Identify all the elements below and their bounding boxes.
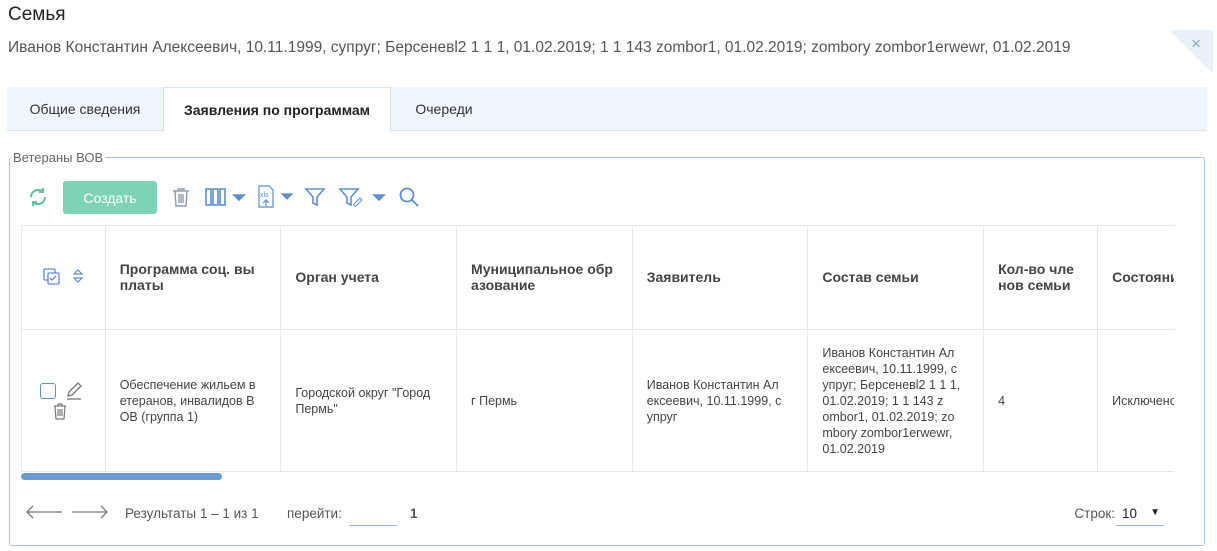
group-legend: Ветераны ВОВ: [13, 150, 104, 165]
pager: Результаты 1 – 1 из 1 перейти: 1 Строк: …: [24, 500, 1174, 526]
horizontal-scrollbar[interactable]: [21, 473, 222, 480]
tab-program-applications[interactable]: Заявления по программам: [163, 87, 391, 132]
select-all-icon[interactable]: [42, 267, 62, 288]
column-header-status[interactable]: Состояние: [1097, 226, 1174, 330]
rows-per-page-select[interactable]: 10 ▼: [1116, 502, 1164, 526]
cell-program: Обеспечение жильем в етеранов, инвалидов…: [105, 329, 282, 471]
results-summary: Результаты 1 – 1 из 1: [125, 506, 259, 521]
family-members-summary: Иванов Константин Алексеевич, 10.11.1999…: [8, 39, 1071, 56]
export-xls-icon[interactable]: xls: [256, 180, 298, 214]
edit-icon[interactable]: [64, 381, 84, 405]
current-page[interactable]: 1: [410, 506, 418, 521]
row-controls: [22, 329, 106, 471]
column-header-family[interactable]: Состав семьи: [807, 226, 985, 330]
column-header-member-count[interactable]: Кол-во чле нов семьи: [983, 226, 1099, 330]
cell-authority: Городской округ "Город Пермь": [280, 329, 458, 471]
delete-row-icon[interactable]: [53, 403, 67, 424]
table-header-row: Программа соц. вы платы Орган учета Муни…: [22, 226, 1174, 330]
cell-family: Иванов Константин Ал ексеевич, 10.11.199…: [807, 329, 985, 471]
search-icon[interactable]: [396, 180, 422, 214]
goto-label: перейти:: [287, 506, 342, 521]
columns-icon[interactable]: [203, 180, 251, 214]
column-header-municipality[interactable]: Муниципальное обр азование: [456, 226, 633, 330]
export-xls-label: xls: [260, 192, 269, 199]
tab-queues[interactable]: Очереди: [391, 87, 497, 131]
cell-member-count: 4: [983, 329, 1099, 471]
close-icon[interactable]: ×: [1191, 34, 1201, 54]
rows-per-page-label: Строк:: [1074, 506, 1115, 521]
cell-municipality: г Пермь: [456, 329, 633, 471]
select-all-cell: [22, 226, 106, 330]
row-checkbox[interactable]: [40, 382, 56, 399]
filter-edit-icon[interactable]: [338, 180, 390, 214]
goto-page-input[interactable]: [349, 504, 397, 526]
caret-down-icon: ▼: [1150, 507, 1160, 518]
sort-icon[interactable]: [72, 267, 84, 288]
column-header-program[interactable]: Программа соц. вы платы: [105, 226, 282, 330]
page-title: Семья: [8, 4, 66, 25]
tab-general-info[interactable]: Общие сведения: [7, 87, 163, 131]
close-corner: [1167, 30, 1213, 72]
applications-table: Программа соц. вы платы Орган учета Муни…: [21, 225, 1174, 472]
rows-per-page-value: 10: [1122, 506, 1138, 521]
filter-icon[interactable]: [303, 180, 327, 214]
cell-applicant: Иванов Константин Ал ексеевич, 10.11.199…: [632, 329, 809, 471]
refresh-icon[interactable]: [24, 180, 52, 214]
create-button[interactable]: Создать: [63, 181, 157, 214]
column-header-applicant[interactable]: Заявитель: [632, 226, 809, 330]
prev-page-icon[interactable]: [24, 502, 64, 525]
column-header-authority[interactable]: Орган учета: [280, 226, 458, 330]
trash-icon[interactable]: [169, 180, 193, 214]
toolbar: Создать xls: [18, 180, 518, 214]
table-row[interactable]: Обеспечение жильем в етеранов, инвалидов…: [22, 329, 1174, 471]
tab-bar: Общие сведения Заявления по программам О…: [7, 87, 1207, 132]
next-page-icon[interactable]: [70, 502, 110, 525]
cell-status: Исключено: [1097, 329, 1174, 471]
